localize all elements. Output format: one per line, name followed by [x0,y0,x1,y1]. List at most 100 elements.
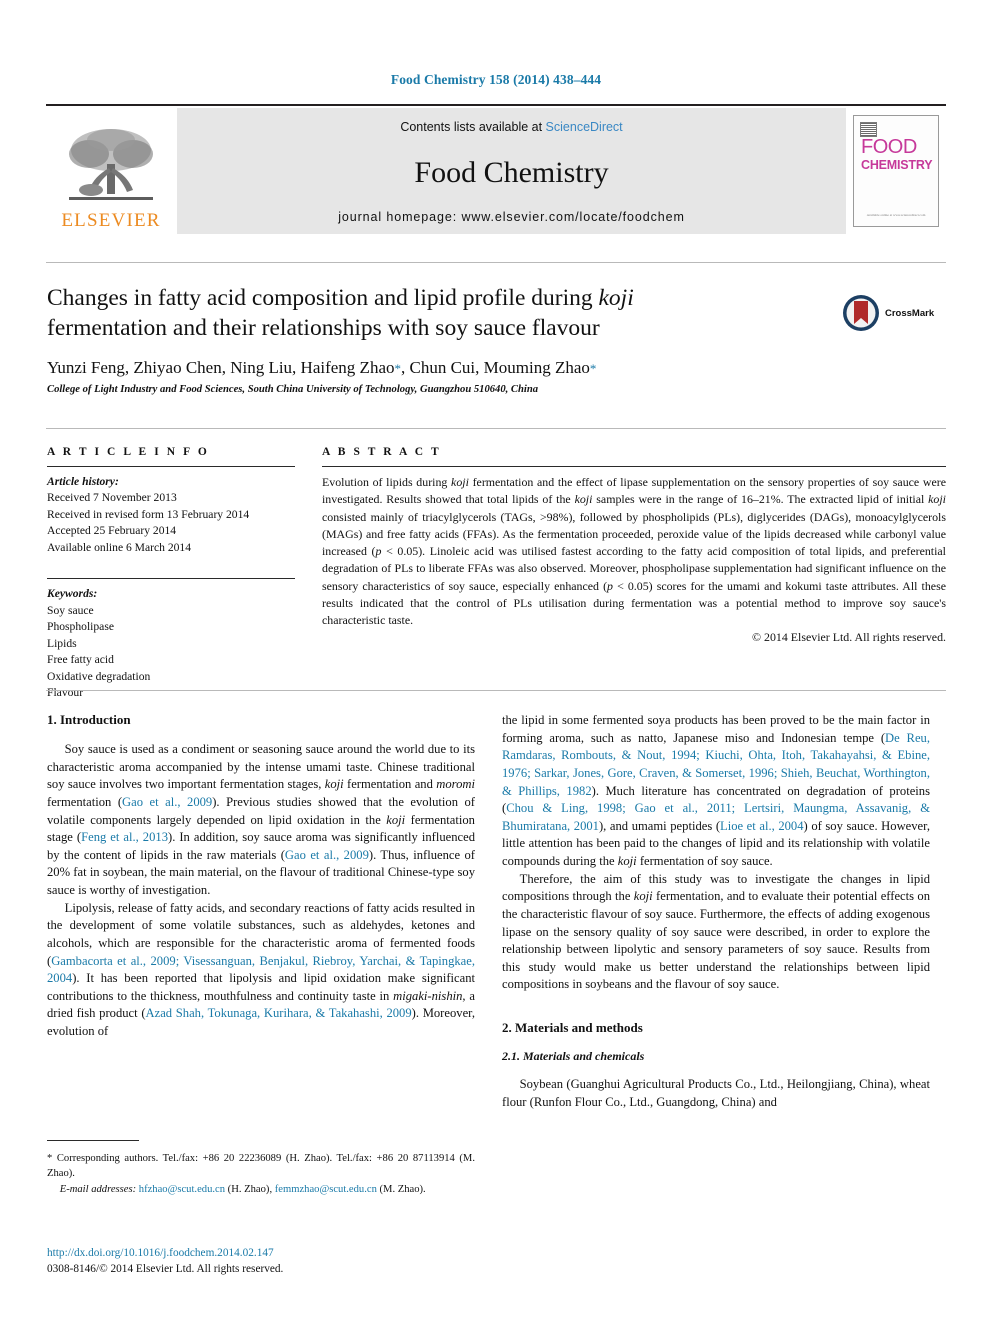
article-info-column: A R T I C L E I N F O Article history: R… [47,446,295,701]
journal-title: Food Chemistry [414,156,609,189]
email-owner-2: (M. Zhao). [376,1184,426,1196]
author-list: Yunzi Feng, Zhiyao Chen, Ning Liu, Haife… [47,357,807,378]
keyword-3: Free fatty acid [47,653,114,667]
footnotes-block: * Corresponding authors. Tel./fax: +86 2… [47,1152,475,1198]
issn-copyright-line: 0308-8146/© 2014 Elsevier Ltd. All right… [47,1263,284,1276]
abstract-column: A B S T R A C T Evolution of lipids duri… [322,446,946,645]
abstract-rule [322,466,946,467]
title-text-part2: fermentation and their relationships wit… [47,314,600,341]
citation-azad-shah-2009[interactable]: Azad Shah, Tokunaga, Kurihara, & Takahas… [146,1006,412,1020]
methods-paragraph-1: Soybean (Guanghui Agricultural Products … [502,1077,930,1109]
lp1i2: moromi [436,777,475,792]
elsevier-wordmark: ELSEVIER [61,210,161,231]
heading-introduction: 1. Introduction [47,712,131,727]
crossmark-label: CrossMark [885,307,935,319]
abs-p3: samples were in the range of 16–21%. The… [592,492,929,507]
history-item-1: Received in revised form 13 February 201… [47,507,250,521]
heading-materials-and-methods: 2. Materials and methods [502,1020,643,1035]
citation-gao-2009-a[interactable]: Gao et al., 2009 [122,795,212,809]
rp1a: the lipid in some fermented soya product… [502,713,930,745]
rp1c: ), and umami peptides ( [598,818,721,833]
abstract-heading: A B S T R A C T [322,446,442,458]
article-info-rule [47,466,295,467]
email-label: E-mail addresses: [59,1184,137,1196]
contents-prefix: Contents lists available at [400,120,546,134]
keywords-rule [47,578,295,580]
masthead-band: Contents lists available at ScienceDirec… [176,108,846,234]
abs-i3: koji [928,492,946,507]
title-text-part1: Changes in fatty acid composition and li… [47,285,599,311]
keywords-label: Keywords: [47,587,98,601]
rp1e: fermentation of soy sauce. [636,854,773,868]
body-divider [46,690,946,691]
affiliation: College of Light Industry and Food Scien… [47,384,539,396]
body-column-left: 1. Introduction Soy sauce is used as a c… [47,712,475,1041]
right-paragraph-1: the lipid in some fermented soya product… [502,712,930,871]
citation-lioe-2004[interactable]: Lioe et al., 2004 [720,819,804,833]
history-item-0: Received 7 November 2013 [47,491,177,505]
lp1i3: koji [386,812,406,827]
cover-title-line1: FOOD [861,136,917,158]
page-title: Changes in fatty acid composition and li… [47,284,807,343]
lp1b: fermentation and [343,777,437,792]
abs-i1: koji [451,475,469,489]
lp1c: fermentation ( [47,794,123,809]
history-item-2: Accepted 25 February 2014 [47,524,177,538]
elsevier-logo: ELSEVIER [46,108,176,234]
citation-gao-2009-b[interactable]: Gao et al., 2009 [285,848,369,862]
footnote-divider [47,1140,139,1141]
email-owner-1: (H. Zhao), [225,1184,275,1196]
authors-part1: Yunzi Feng, Zhiyao Chen, Ning Liu, Haife… [47,358,395,378]
footnote-corresponding-authors: * Corresponding authors. Tel./fax: +86 2… [47,1153,475,1179]
history-item-3: Available online 6 March 2014 [47,540,192,554]
rp1i1: koji [617,854,637,868]
article-info-heading: A R T I C L E I N F O [47,446,210,458]
crossmark-icon [843,295,879,331]
email-link-2[interactable]: femmzhao@scut.edu.cn [275,1184,377,1195]
right-paragraph-2: Therefore, the aim of this study was to … [502,871,930,994]
corresponding-marker-2: * [589,361,597,377]
lp2i1: migaki-nishin [393,988,463,1003]
sciencedirect-link[interactable]: ScienceDirect [546,120,623,134]
keyword-5: Flavour [47,685,84,699]
doi-block: http://dx.doi.org/10.1016/j.foodchem.201… [47,1245,507,1277]
doi-link[interactable]: http://dx.doi.org/10.1016/j.foodchem.201… [47,1245,507,1261]
intro-paragraph-1: Soy sauce is used as a condiment or seas… [47,741,475,900]
crossmark-badge[interactable]: CrossMark [842,292,938,334]
cover-stamp-icon [860,122,877,137]
email-link-1[interactable]: hfzhao@scut.edu.cn [139,1184,225,1195]
article-history-group: Article history: Received 7 November 201… [47,474,295,556]
journal-cover-thumbnail[interactable]: FOOD CHEMISTRY Available online at www.s… [846,108,946,234]
running-head: Food Chemistry 158 (2014) 438–444 [390,72,602,87]
authors-part2: , Chun Cui, Mouming Zhao [401,358,590,378]
title-divider [46,262,946,263]
rp2b: fermentation, and to evaluate their pote… [502,889,930,992]
keyword-1: Phospholipase [47,620,114,634]
abs-p1: Evolution of lipids during [322,475,452,489]
cover-footer-text: Available online at www.sciencedirect.co… [866,212,926,217]
keyword-2: Lipids [47,636,77,650]
keyword-0: Soy sauce [47,603,94,617]
article-history-label: Article history: [47,475,119,488]
contents-available-line: Contents lists available at ScienceDirec… [177,120,846,134]
rp2i1: koji [633,889,653,904]
keywords-group: Keywords: Soy sauce Phospholipase Lipids… [47,586,295,701]
keyword-4: Oxidative degradation [47,669,151,683]
intro-paragraph-2: Lipolysis, release of fatty acids, and s… [47,900,475,1041]
footnote-emails: E-mail addresses: hfzhao@scut.edu.cn (H.… [47,1183,475,1198]
heading-materials-and-chemicals: 2.1. Materials and chemicals [502,1049,645,1063]
abstract-text: Evolution of lipids during koji fermenta… [322,474,946,629]
article-page: Food Chemistry 158 (2014) 438–444 ELSEVI… [0,0,992,1323]
abstract-copyright: © 2014 Elsevier Ltd. All rights reserved… [752,630,946,645]
journal-masthead: ELSEVIER Contents lists available at Sci… [46,104,946,234]
title-italic-koji: koji [598,285,634,311]
info-abstract-divider [46,428,946,429]
elsevier-tree-icon [69,129,153,200]
journal-homepage[interactable]: journal homepage: www.elsevier.com/locat… [177,210,846,224]
lp1i1: koji [324,777,344,792]
citation-feng-2013[interactable]: Feng et al., 2013 [81,830,168,844]
title-block: Changes in fatty acid composition and li… [47,284,807,395]
abs-i2: koji [574,492,593,507]
cover-title-line2: CHEMISTRY [861,158,933,172]
